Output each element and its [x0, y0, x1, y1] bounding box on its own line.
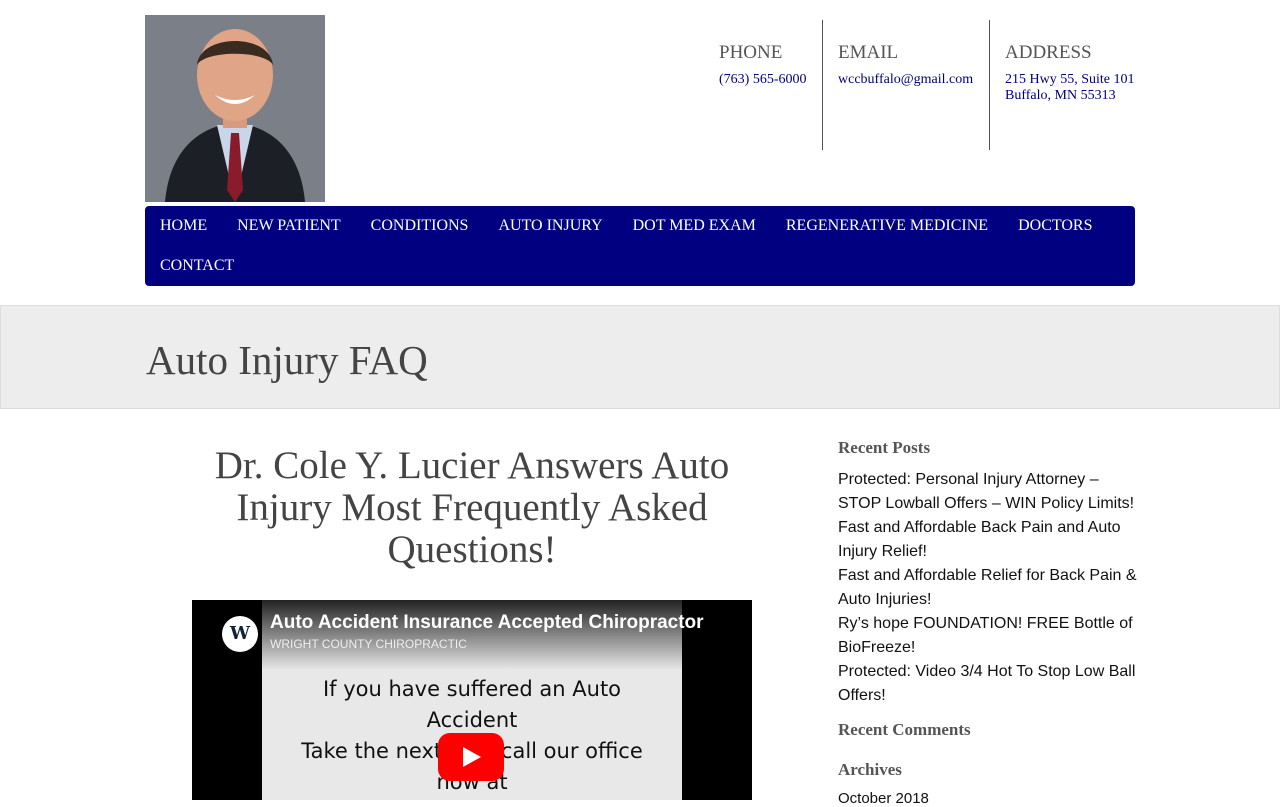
- address-label: ADDRESS: [1005, 42, 1092, 63]
- email-link[interactable]: wccbuffalo@gmail.com: [838, 72, 974, 88]
- archive-link[interactable]: October 2018: [838, 790, 1138, 807]
- nav-item-dot-med-exam[interactable]: DOT MED EXAM: [618, 206, 771, 246]
- email-label: EMAIL: [838, 42, 899, 63]
- video-player[interactable]: W Auto Accident Insurance Accepted Chiro…: [192, 600, 752, 800]
- recent-comments-title: Recent Comments: [838, 720, 971, 739]
- address-link[interactable]: 215 Hwy 55, Suite 101 Buffalo, MN 55313: [1005, 72, 1135, 104]
- nav-item-doctors[interactable]: DOCTORS: [1003, 206, 1107, 246]
- nav-item-contact[interactable]: CONTACT: [145, 246, 249, 286]
- nav-item-new-patient[interactable]: NEW PATIENT: [222, 206, 356, 246]
- nav-item-home[interactable]: HOME: [145, 206, 222, 246]
- nav-item-regenerative-medicine[interactable]: REGENERATIVE MEDICINE: [771, 206, 1003, 246]
- recent-post-link[interactable]: Fast and Affordable Back Pain and Auto I…: [838, 516, 1138, 564]
- video-channel: WRIGHT COUNTY CHIROPRACTIC: [270, 637, 467, 651]
- recent-post-link[interactable]: Protected: Video 3/4 Hot To Stop Low Bal…: [838, 660, 1138, 708]
- thumbnail-line: If you have suffered an Auto: [322, 677, 622, 701]
- main-nav: HOME NEW PATIENT CONDITIONS AUTO INJURY …: [145, 206, 1135, 286]
- play-button[interactable]: [438, 733, 504, 781]
- recent-post-link[interactable]: Ry’s hope FOUNDATION! FREE Bottle of Bio…: [838, 612, 1138, 660]
- page-title-banner: Auto Injury FAQ: [0, 305, 1280, 409]
- channel-logo[interactable]: W: [222, 616, 258, 652]
- archives-title: Archives: [838, 760, 902, 779]
- contact-email: EMAIL wccbuffalo@gmail.com: [822, 20, 989, 150]
- article: Dr. Cole Y. Lucier Answers Auto Injury M…: [192, 444, 752, 800]
- phone-label: PHONE: [719, 42, 783, 63]
- contact-info: PHONE (763) 565-6000 EMAIL wccbuffalo@gm…: [704, 20, 1135, 150]
- nav-item-auto-injury[interactable]: AUTO INJURY: [483, 206, 617, 246]
- site-header: PHONE (763) 565-6000 EMAIL wccbuffalo@gm…: [145, 0, 1135, 206]
- recent-posts-title: Recent Posts: [838, 438, 931, 457]
- recent-post-link[interactable]: Protected: Personal Injury Attorney – ST…: [838, 468, 1138, 516]
- doctor-photo: [145, 15, 325, 202]
- contact-phone: PHONE (763) 565-6000: [704, 20, 822, 150]
- article-heading: Dr. Cole Y. Lucier Answers Auto Injury M…: [214, 444, 730, 571]
- phone-link[interactable]: (763) 565-6000: [719, 72, 807, 88]
- video-title-shade: [192, 600, 752, 670]
- nav-item-conditions[interactable]: CONDITIONS: [356, 206, 484, 246]
- video-title[interactable]: Auto Accident Insurance Accepted Chiropr…: [270, 612, 716, 634]
- thumbnail-line: Accident: [426, 708, 518, 732]
- recent-post-link[interactable]: Fast and Affordable Relief for Back Pain…: [838, 564, 1138, 612]
- page-title: Auto Injury FAQ: [146, 337, 428, 383]
- recent-posts-list: Protected: Personal Injury Attorney – ST…: [838, 468, 1138, 708]
- contact-address: ADDRESS 215 Hwy 55, Suite 101 Buffalo, M…: [989, 20, 1135, 150]
- sidebar: Recent Posts Protected: Personal Injury …: [838, 438, 1138, 807]
